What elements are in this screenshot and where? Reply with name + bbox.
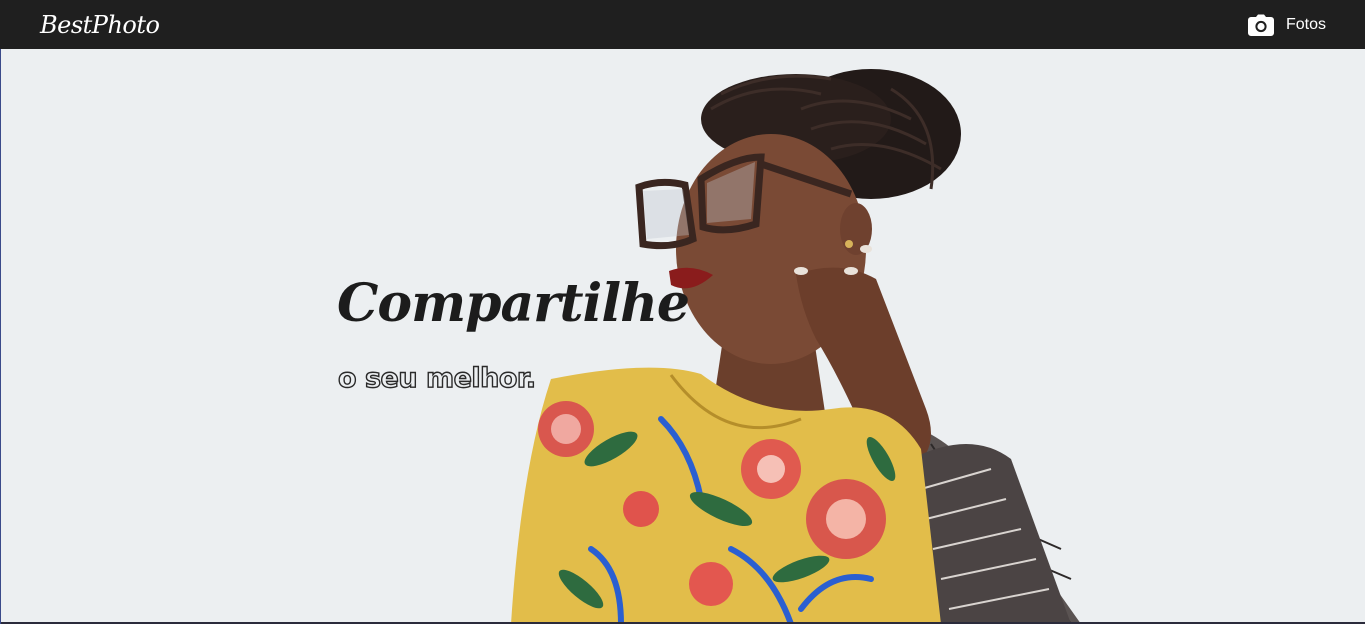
- nav-link-fotos[interactable]: Fotos: [1247, 14, 1326, 36]
- top-navbar: BestPhoto Fotos: [0, 0, 1365, 49]
- hero-subline: o seu melhor.: [337, 362, 537, 394]
- hero-section: Compartilhe o seu melhor.: [0, 49, 1365, 624]
- brand-logo[interactable]: BestPhoto: [40, 11, 160, 39]
- camera-icon: [1247, 14, 1274, 36]
- nav-link-label: Fotos: [1285, 15, 1326, 33]
- hero-headline: Compartilhe: [337, 273, 690, 334]
- hero-portrait-image: [511, 69, 1081, 624]
